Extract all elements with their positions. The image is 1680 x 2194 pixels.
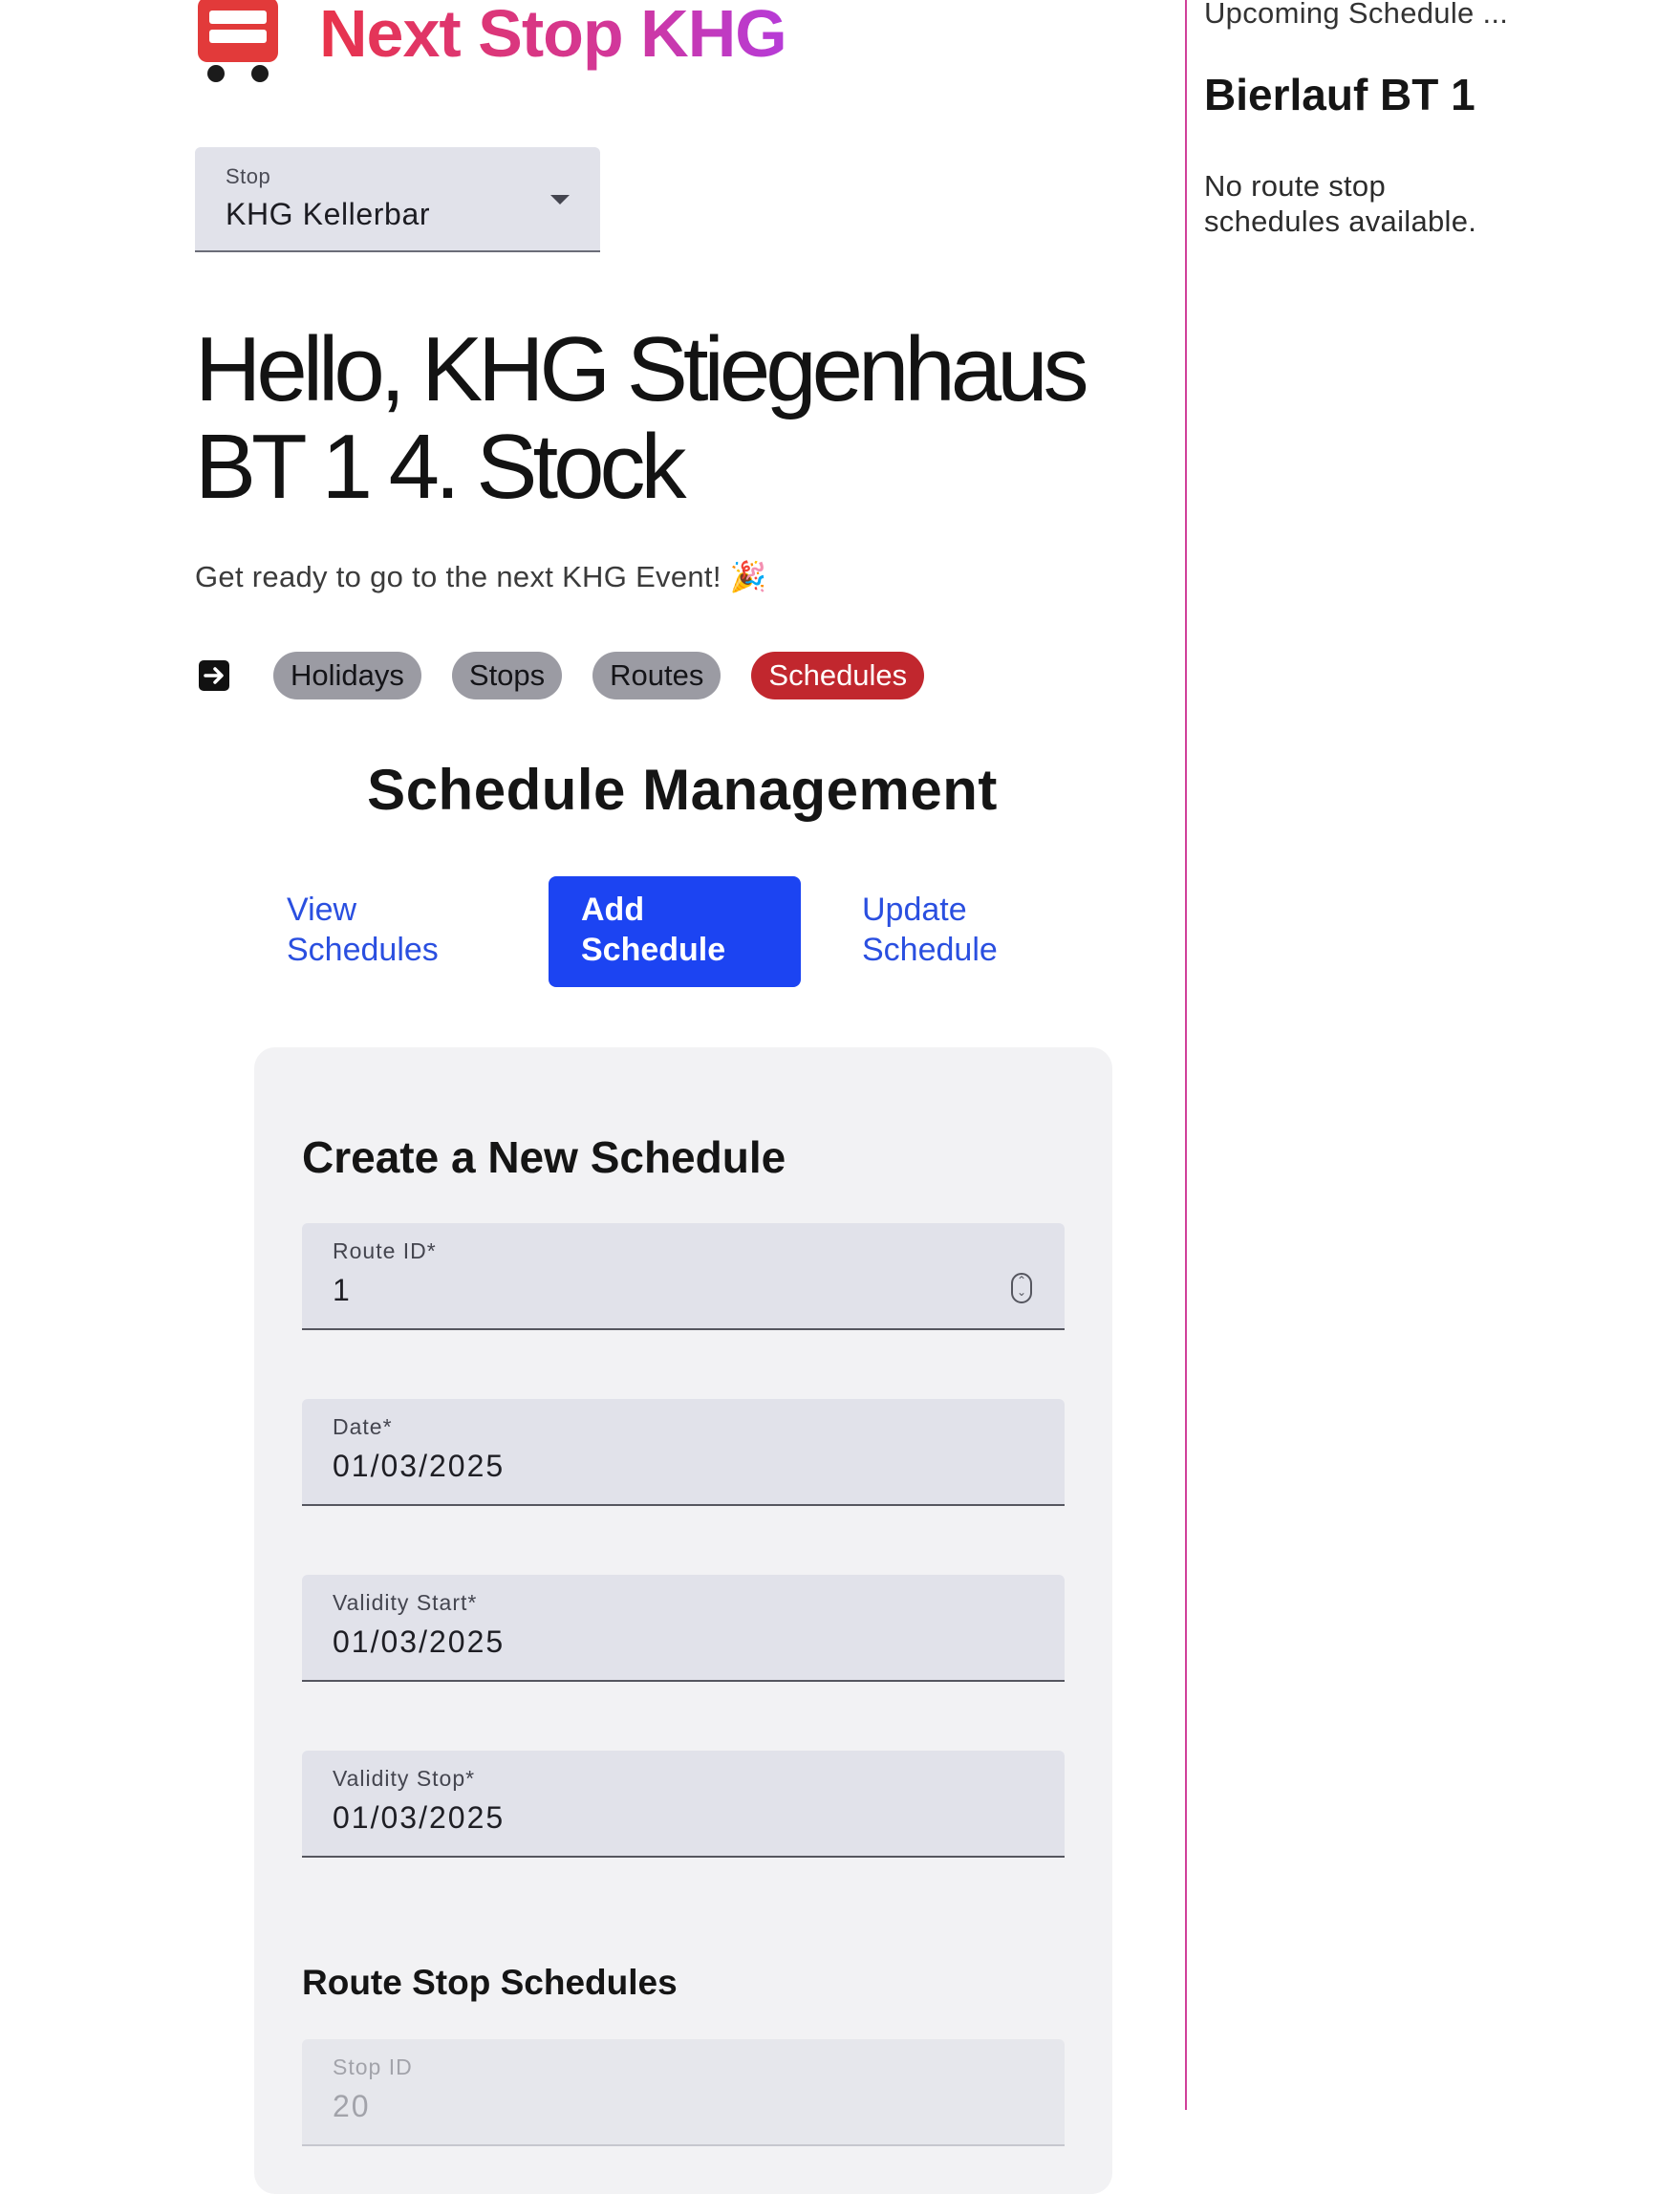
upcoming-schedule-sidebar: Upcoming Schedule ... Bierlauf BT 1 No r… bbox=[1185, 0, 1680, 2110]
brand: Next Stop KHG bbox=[195, 0, 787, 96]
brand-title: Next Stop KHG bbox=[319, 0, 787, 72]
stop-id-value: 20 bbox=[333, 2089, 371, 2123]
nav-chip-schedules[interactable]: Schedules bbox=[751, 652, 925, 699]
tab-add-schedule[interactable]: Add Schedule bbox=[549, 876, 801, 987]
validity-start-field[interactable]: Validity Start* 01/03/2025 bbox=[302, 1575, 1065, 1682]
greeting-heading: Hello, KHG Stiegenhaus BT 1 4. Stock bbox=[195, 318, 1089, 518]
nav-bar: Holidays Stops Routes Schedules bbox=[195, 652, 955, 699]
date-label: Date* bbox=[333, 1414, 393, 1439]
date-value: 01/03/2025 bbox=[333, 1449, 506, 1483]
stop-select[interactable]: Stop KHG Kellerbar bbox=[195, 147, 600, 252]
main-content: Next Stop KHG Stop KHG Kellerbar Hello, … bbox=[0, 0, 1185, 2194]
nav-chip-routes[interactable]: Routes bbox=[592, 652, 722, 699]
tab-view-schedules[interactable]: View Schedules bbox=[287, 890, 468, 970]
route-id-value: 1 bbox=[333, 1273, 352, 1307]
stop-select-label: Stop bbox=[226, 164, 271, 188]
sidebar-heading: Upcoming Schedule ... bbox=[1204, 0, 1509, 30]
create-schedule-form: Create a New Schedule Route ID* 1 ⌃ ⌄ Dat… bbox=[254, 1047, 1112, 2194]
sidebar-empty-message: No route stop schedules available. bbox=[1204, 169, 1477, 238]
schedule-tabs: View Schedules Add Schedule Update Sched… bbox=[0, 876, 1185, 989]
validity-stop-field[interactable]: Validity Stop* 01/03/2025 bbox=[302, 1751, 1065, 1858]
tagline: Get ready to go to the next KHG Event! 🎉 bbox=[195, 560, 767, 593]
form-title: Create a New Schedule bbox=[302, 1132, 786, 1182]
bus-icon bbox=[198, 0, 278, 82]
nav-chip-stops[interactable]: Stops bbox=[451, 652, 563, 699]
section-title: Schedule Management bbox=[367, 758, 998, 822]
route-id-field[interactable]: Route ID* 1 ⌃ ⌄ bbox=[302, 1223, 1065, 1330]
validity-start-label: Validity Start* bbox=[333, 1590, 478, 1615]
number-spinner-icon[interactable]: ⌃ ⌄ bbox=[1011, 1273, 1032, 1303]
sidebar-route-name: Bierlauf BT 1 bbox=[1204, 70, 1475, 119]
validity-stop-value: 01/03/2025 bbox=[333, 1800, 506, 1835]
validity-start-value: 01/03/2025 bbox=[333, 1624, 506, 1659]
stop-id-field[interactable]: Stop ID 20 bbox=[302, 2039, 1065, 2146]
route-stop-schedules-title: Route Stop Schedules bbox=[302, 1963, 678, 2002]
dropdown-arrow-icon[interactable] bbox=[550, 195, 570, 204]
stop-id-label: Stop ID bbox=[333, 2054, 413, 2079]
nav-chip-holidays[interactable]: Holidays bbox=[273, 652, 421, 699]
stop-select-value: KHG Kellerbar bbox=[226, 197, 431, 231]
validity-stop-label: Validity Stop* bbox=[333, 1766, 476, 1791]
tab-add-schedule-label: Add Schedule bbox=[581, 892, 726, 968]
route-id-label: Route ID* bbox=[333, 1238, 437, 1263]
logout-icon[interactable] bbox=[195, 656, 233, 695]
tab-update-schedule[interactable]: Update Schedule bbox=[862, 890, 1044, 970]
date-field[interactable]: Date* 01/03/2025 bbox=[302, 1399, 1065, 1506]
